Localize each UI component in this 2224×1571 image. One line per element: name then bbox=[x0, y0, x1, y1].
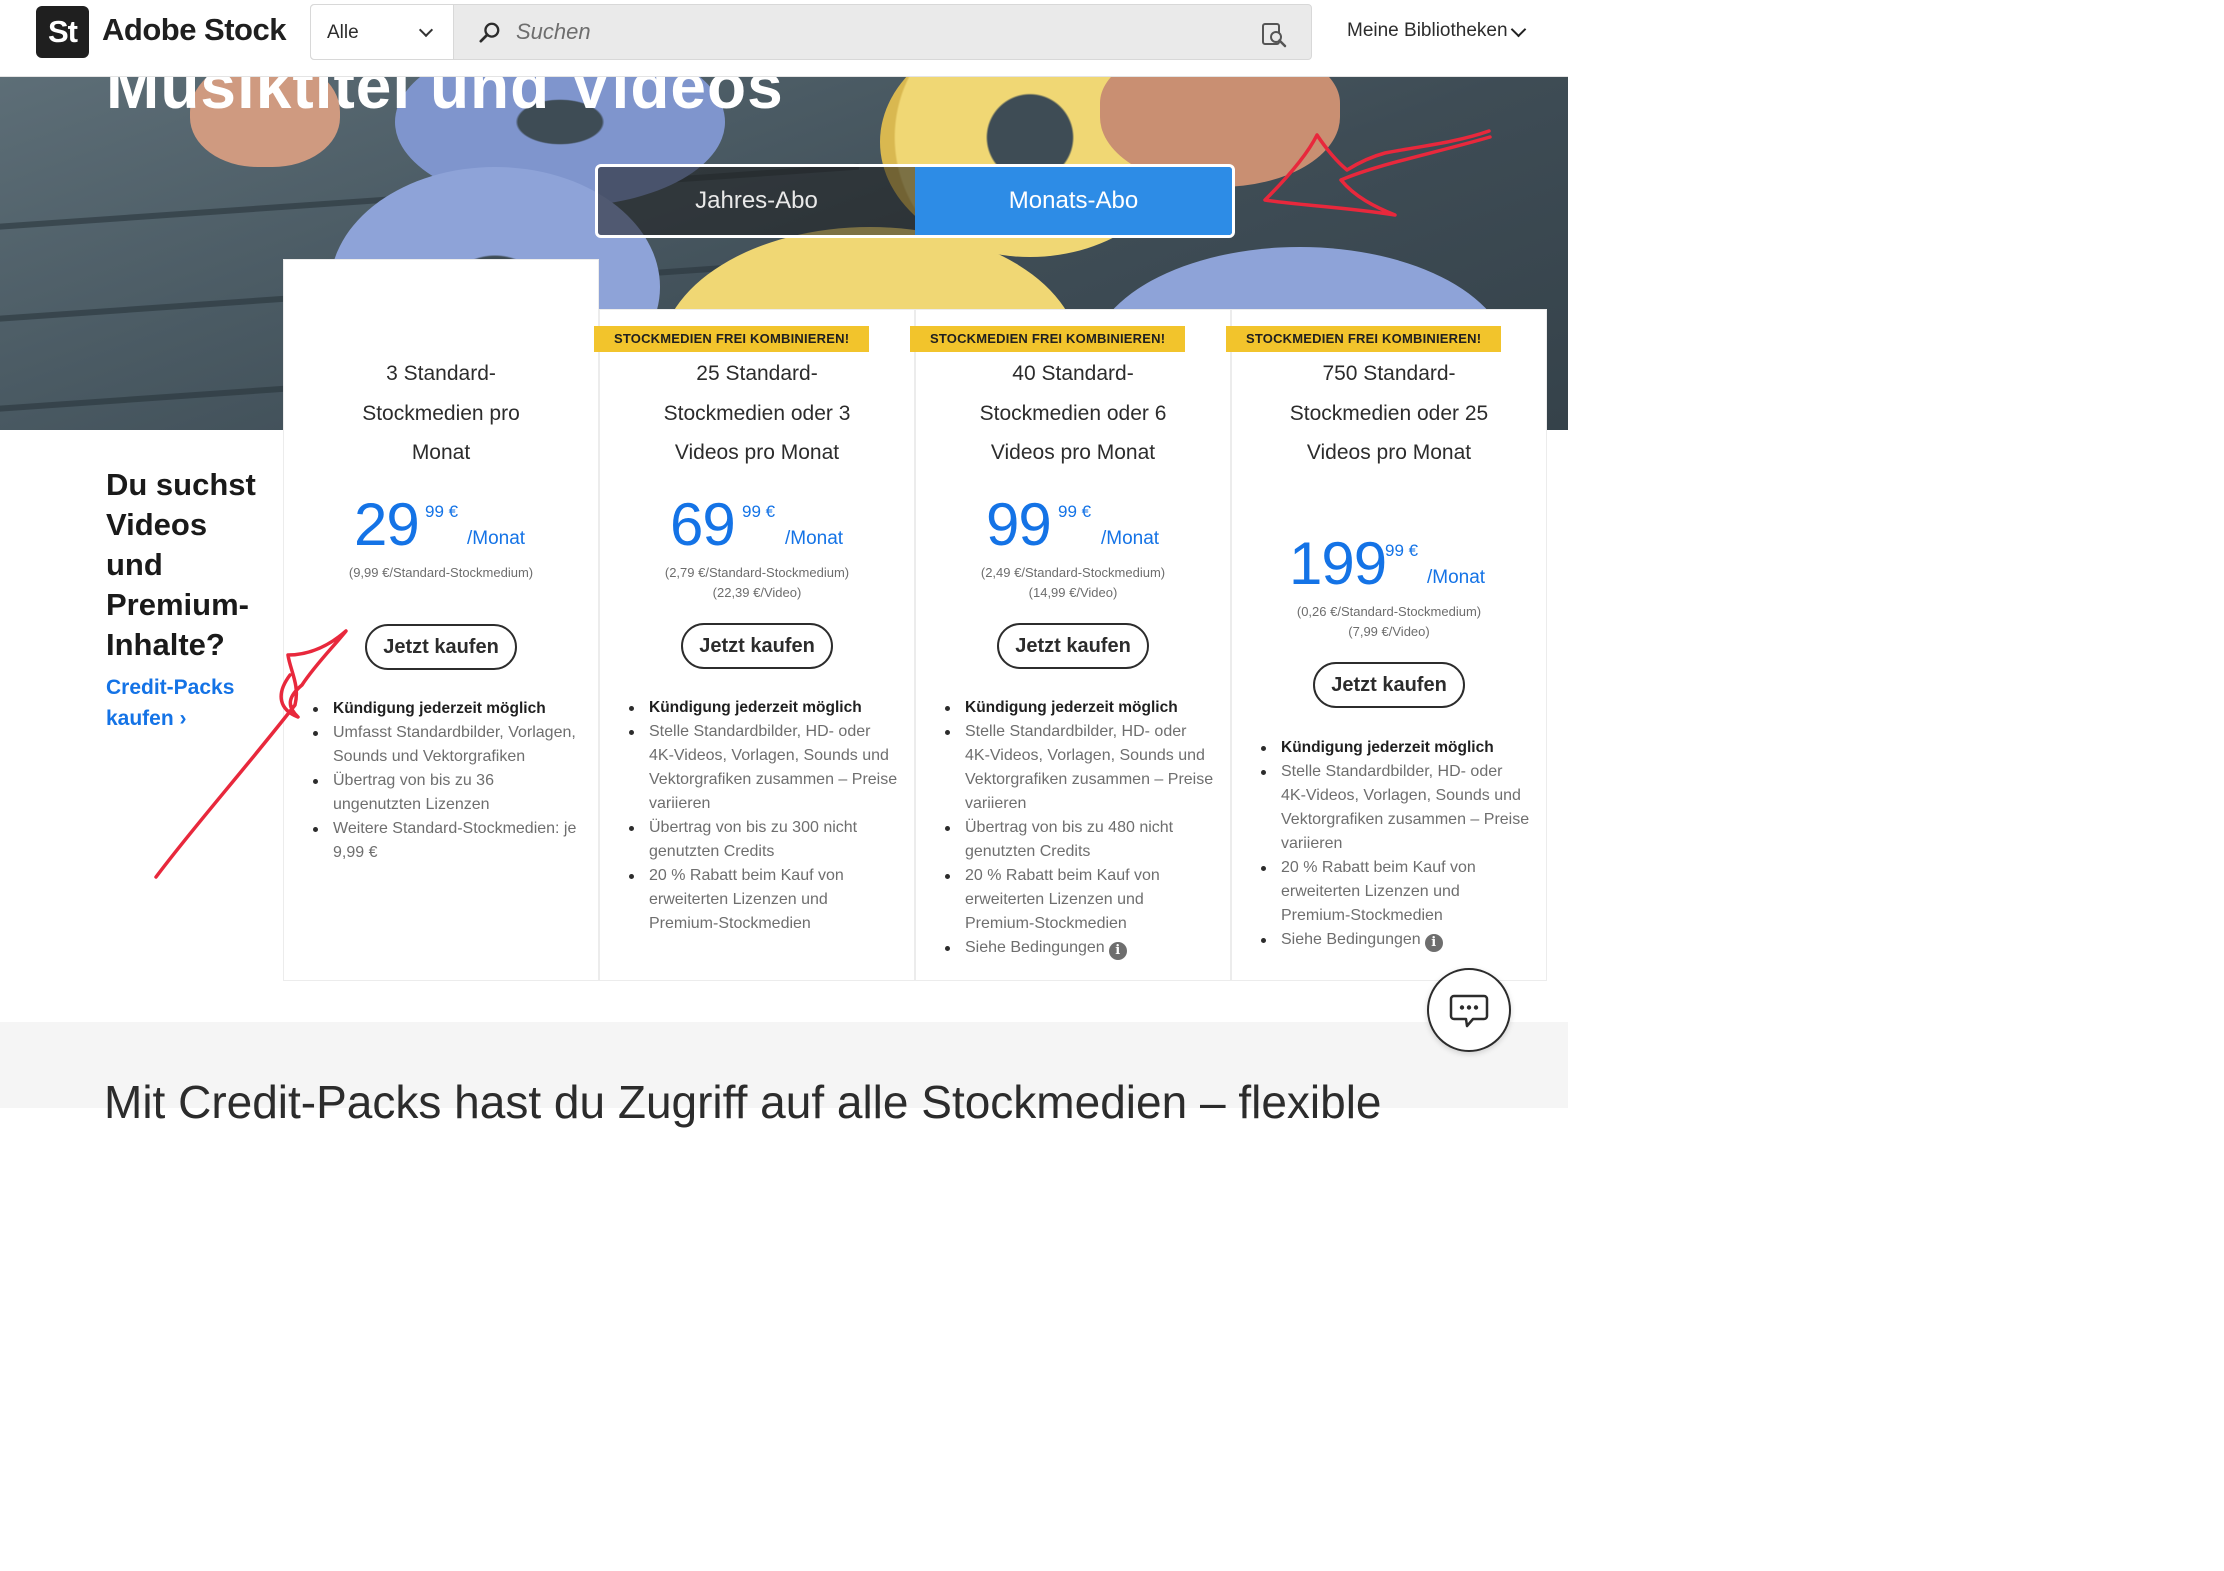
plan-price: 199 99 € /Monat bbox=[1232, 529, 1546, 599]
chevron-right-icon: › bbox=[179, 707, 187, 730]
buy-now-button[interactable]: Jetzt kaufen bbox=[365, 624, 517, 670]
feature-list: Kündigung jederzeit möglich Stelle Stand… bbox=[629, 696, 899, 936]
feature-item: Kündigung jederzeit möglich bbox=[313, 697, 583, 721]
feature-item: Weitere Standard-Stockmedien: je 9,99 € bbox=[313, 817, 583, 865]
hero-title: Musiktitel und Videos bbox=[106, 77, 784, 122]
search-input[interactable] bbox=[516, 13, 1216, 51]
credit-packs-headline: Mit Credit-Packs hast du Zugriff auf all… bbox=[104, 1076, 1382, 1128]
plan-card-3: 3 Standard-Stockmedien pro Monat 29 99 €… bbox=[283, 259, 599, 981]
credit-packs-link[interactable]: Credit-Packs kaufen › bbox=[106, 672, 246, 734]
price-cents: 99 € bbox=[742, 502, 776, 521]
feature-list: Kündigung jederzeit möglich Stelle Stand… bbox=[945, 696, 1215, 960]
buy-now-button[interactable]: Jetzt kaufen bbox=[681, 623, 833, 669]
aside-heading: Du suchst Videos und Premium-Inhalte? bbox=[106, 467, 256, 662]
price-per-period: /Monat bbox=[785, 528, 844, 549]
feature-item: Stelle Standardbilder, HD- oder 4K-Video… bbox=[945, 720, 1215, 816]
plan-card-40: STOCKMEDIEN FREI KOMBINIEREN! 40 Standar… bbox=[910, 309, 1231, 981]
price-cents: 99 € bbox=[1385, 541, 1419, 560]
plan-card-25: STOCKMEDIEN FREI KOMBINIEREN! 25 Standar… bbox=[594, 309, 915, 981]
chat-icon bbox=[1449, 994, 1488, 1027]
plan-card-750: STOCKMEDIEN FREI KOMBINIEREN! 750 Standa… bbox=[1226, 309, 1547, 981]
plan-price: 69 99 € /Monat bbox=[600, 490, 914, 560]
price-per-period: /Monat bbox=[1101, 528, 1160, 549]
plan-title: 40 Standard-Stockmedien oder 6 Videos pr… bbox=[979, 362, 1167, 464]
info-icon[interactable]: i bbox=[1424, 934, 1443, 952]
price-per-period: /Monat bbox=[467, 528, 526, 549]
price-cents: 99 € bbox=[1058, 502, 1092, 521]
unit-price-note: (0,26 €/Standard-Stockmedium) (7,99 €/Vid… bbox=[1296, 604, 1482, 639]
plan-title: 750 Standard-Stockmedien oder 25 Videos … bbox=[1289, 362, 1489, 464]
plan-title: 3 Standard-Stockmedien pro Monat bbox=[362, 362, 520, 464]
feature-item: Kündigung jederzeit möglich bbox=[1261, 736, 1531, 760]
top-header: St Adobe Stock Alle Meine Bibliotheken bbox=[0, 0, 1568, 77]
feature-item: 20 % Rabatt beim Kauf von erweiterten Li… bbox=[1261, 856, 1531, 928]
billing-toggle: Jahres-Abo Monats-Abo bbox=[595, 164, 1235, 238]
plan-badge: STOCKMEDIEN FREI KOMBINIEREN! bbox=[1226, 326, 1502, 352]
feature-item: Übertrag von bis zu 480 nicht genutzten … bbox=[945, 816, 1215, 864]
chat-button[interactable] bbox=[1427, 968, 1511, 1052]
visual-search-icon[interactable] bbox=[1261, 20, 1287, 48]
price-main: 199 bbox=[1289, 530, 1387, 597]
adobe-stock-logo[interactable]: St bbox=[36, 6, 89, 58]
feature-item: Siehe Bedingungen i bbox=[1261, 928, 1531, 952]
search-bar: Alle bbox=[310, 4, 1312, 60]
feature-list: Kündigung jederzeit möglich Umfasst Stan… bbox=[313, 697, 583, 865]
feature-item: 20 % Rabatt beim Kauf von erweiterten Li… bbox=[945, 864, 1215, 936]
plan-price: 29 99 € /Monat bbox=[284, 490, 598, 560]
plan-badge: STOCKMEDIEN FREI KOMBINIEREN! bbox=[594, 326, 870, 352]
feature-item: Kündigung jederzeit möglich bbox=[629, 696, 899, 720]
buy-now-button[interactable]: Jetzt kaufen bbox=[1313, 662, 1465, 708]
feature-list: Kündigung jederzeit möglich Stelle Stand… bbox=[1261, 736, 1531, 952]
plan-badge: STOCKMEDIEN FREI KOMBINIEREN! bbox=[910, 326, 1186, 352]
plan-price: 99 99 € /Monat bbox=[916, 490, 1230, 560]
feature-item: Kündigung jederzeit möglich bbox=[945, 696, 1215, 720]
info-icon[interactable]: i bbox=[1108, 942, 1127, 960]
search-scope-label: Alle bbox=[327, 22, 359, 43]
my-libraries-menu[interactable]: Meine Bibliotheken bbox=[1347, 20, 1508, 42]
feature-item: Siehe Bedingungen i bbox=[945, 936, 1215, 960]
toggle-yearly-subscription[interactable]: Jahres-Abo bbox=[598, 167, 915, 235]
price-cents: 99 € bbox=[425, 502, 459, 521]
feature-item: Stelle Standardbilder, HD- oder 4K-Video… bbox=[629, 720, 899, 816]
feature-item: Übertrag von bis zu 36 ungenutzten Lizen… bbox=[313, 769, 583, 817]
price-main: 99 bbox=[986, 491, 1052, 558]
unit-price-note: (9,99 €/Standard-Stockmedium) bbox=[348, 565, 534, 580]
search-icon bbox=[479, 22, 500, 43]
unit-price-note: (2,79 €/Standard-Stockmedium) (22,39 €/Vi… bbox=[664, 565, 850, 600]
search-scope-dropdown[interactable]: Alle bbox=[311, 5, 454, 59]
chevron-down-icon[interactable] bbox=[1510, 21, 1527, 38]
price-main: 69 bbox=[670, 491, 736, 558]
feature-item: 20 % Rabatt beim Kauf von erweiterten Li… bbox=[629, 864, 899, 936]
brand-name[interactable]: Adobe Stock bbox=[102, 12, 286, 48]
toggle-monthly-subscription[interactable]: Monats-Abo bbox=[915, 167, 1232, 235]
feature-item: Stelle Standardbilder, HD- oder 4K-Video… bbox=[1261, 760, 1531, 856]
feature-item: Umfasst Standardbilder, Vorlagen, Sounds… bbox=[313, 721, 583, 769]
price-per-period: /Monat bbox=[1427, 567, 1486, 588]
plan-title: 25 Standard-Stockmedien oder 3 Videos pr… bbox=[663, 362, 851, 464]
feature-item: Übertrag von bis zu 300 nicht genutzten … bbox=[629, 816, 899, 864]
price-main: 29 bbox=[354, 491, 420, 558]
buy-now-button[interactable]: Jetzt kaufen bbox=[997, 623, 1149, 669]
chevron-down-icon bbox=[418, 22, 434, 38]
unit-price-note: (2,49 €/Standard-Stockmedium) (14,99 €/Vi… bbox=[980, 565, 1166, 600]
